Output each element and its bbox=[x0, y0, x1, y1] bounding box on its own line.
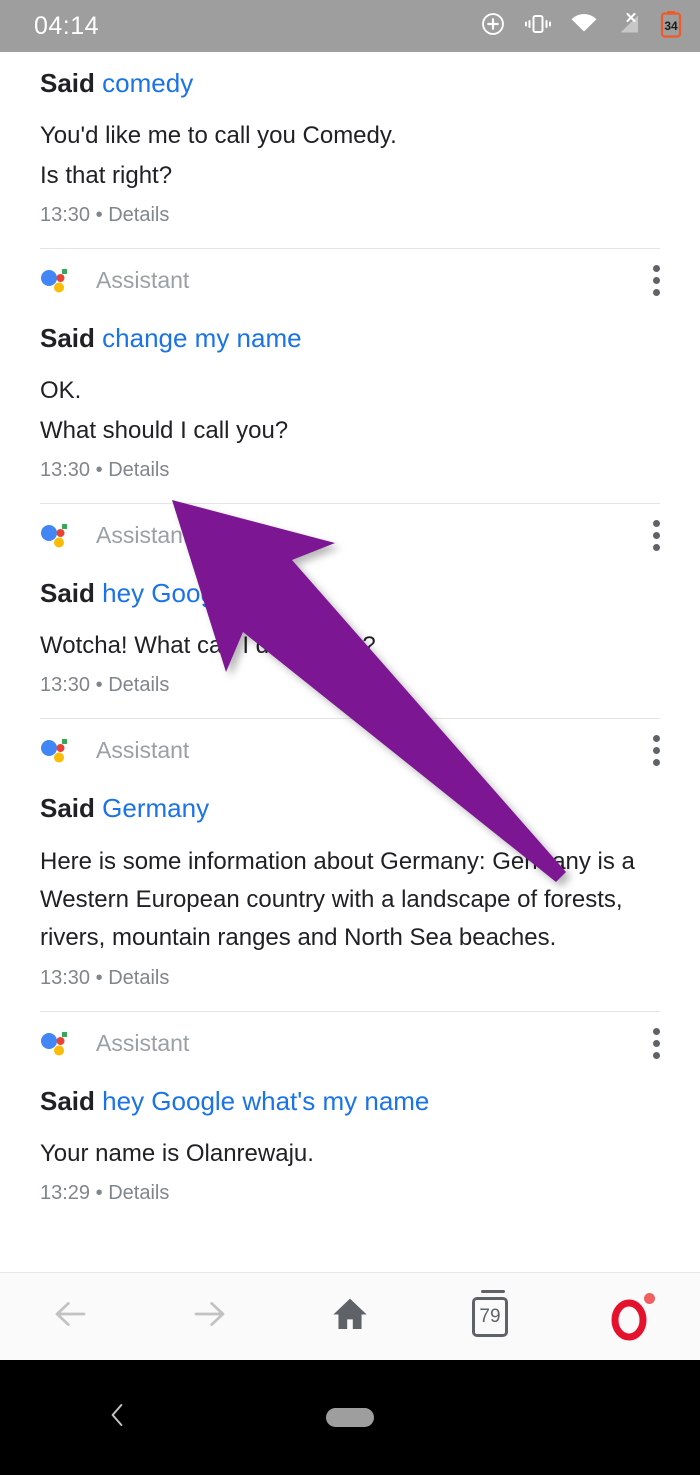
details-link[interactable]: Details bbox=[108, 204, 169, 226]
assistant-activity-list[interactable]: Said comedy You'd like me to call you Co… bbox=[0, 52, 700, 1272]
overflow-menu-icon[interactable] bbox=[652, 264, 660, 296]
said-prefix: Said bbox=[40, 1086, 95, 1116]
meta-separator: • bbox=[95, 967, 103, 989]
cell-signal-no-service-icon bbox=[616, 11, 642, 42]
said-query[interactable]: Germany bbox=[102, 793, 209, 823]
details-link[interactable]: Details bbox=[108, 674, 169, 696]
said-query[interactable]: hey Google bbox=[102, 578, 235, 608]
tab-count-icon: 79 bbox=[472, 1289, 508, 1337]
response-line: OK. bbox=[40, 377, 82, 404]
details-link[interactable]: Details bbox=[108, 1182, 169, 1204]
said-query[interactable]: change my name bbox=[102, 323, 301, 353]
home-pill-icon bbox=[325, 1408, 374, 1427]
back-arrow-icon bbox=[49, 1293, 91, 1340]
google-assistant-icon bbox=[40, 1029, 68, 1057]
details-link[interactable]: Details bbox=[108, 967, 169, 989]
overflow-menu-icon[interactable] bbox=[652, 1027, 660, 1059]
entry-header: Assistant bbox=[0, 719, 700, 781]
status-icon-group: 34 bbox=[480, 10, 682, 43]
response-line: Is that right? bbox=[40, 162, 173, 189]
meta-separator: • bbox=[95, 1182, 103, 1204]
said-line: Said hey Google bbox=[40, 566, 660, 616]
entry-time: 13:30 bbox=[40, 459, 91, 481]
said-line: Said comedy bbox=[40, 56, 660, 106]
tab-switcher-button[interactable]: 79 bbox=[420, 1273, 560, 1361]
said-line: Said Germany bbox=[40, 781, 660, 831]
home-button[interactable] bbox=[280, 1273, 420, 1361]
said-line: Said hey Google what's my name bbox=[40, 1074, 660, 1124]
android-navigation-bar bbox=[0, 1360, 700, 1475]
android-back-button[interactable] bbox=[0, 1398, 233, 1437]
wifi-icon bbox=[570, 11, 598, 42]
said-prefix: Said bbox=[40, 323, 95, 353]
response-line: Your name is Olanrewaju. bbox=[40, 1140, 314, 1167]
entry-header: Assistant bbox=[0, 1012, 700, 1074]
entry-meta: 13:29 • Details bbox=[40, 1172, 660, 1208]
add-circle-icon bbox=[480, 11, 506, 42]
said-query[interactable]: comedy bbox=[102, 68, 193, 98]
status-bar: 04:14 34 bbox=[0, 0, 700, 52]
said-prefix: Said bbox=[40, 793, 95, 823]
opera-logo-icon bbox=[607, 1292, 655, 1341]
entry-meta: 13:30 • Details bbox=[40, 194, 660, 230]
tab-count-text: 79 bbox=[479, 1306, 501, 1327]
overflow-menu-icon[interactable] bbox=[652, 519, 660, 551]
overflow-menu-icon[interactable] bbox=[652, 734, 660, 766]
battery-level-text: 34 bbox=[664, 19, 678, 33]
forward-button[interactable] bbox=[140, 1273, 280, 1361]
response-line: What should I call you? bbox=[40, 417, 289, 444]
entry-time: 13:30 bbox=[40, 674, 91, 696]
google-assistant-icon bbox=[40, 521, 68, 549]
forward-arrow-icon bbox=[189, 1293, 231, 1340]
phone-screen: 04:14 34 Said comedy You'd like me to ca… bbox=[0, 0, 700, 1475]
entry-header: Assistant bbox=[0, 504, 700, 566]
response-line: Wotcha! What can I do for you? bbox=[40, 632, 376, 659]
google-assistant-icon bbox=[40, 736, 68, 764]
browser-toolbar: 79 bbox=[0, 1272, 700, 1360]
status-clock: 04:14 bbox=[34, 11, 100, 40]
back-button[interactable] bbox=[0, 1273, 140, 1361]
entry-time: 13:30 bbox=[40, 967, 91, 989]
assistant-label: Assistant bbox=[96, 736, 190, 763]
meta-separator: • bbox=[95, 459, 103, 481]
battery-icon: 34 bbox=[660, 10, 682, 43]
meta-separator: • bbox=[95, 674, 103, 696]
assistant-label: Assistant bbox=[96, 521, 190, 548]
back-chevron-icon bbox=[102, 1398, 132, 1437]
response-line: You'd like me to call you Comedy. bbox=[40, 122, 397, 149]
entry-meta: 13:30 • Details bbox=[40, 449, 660, 485]
details-link[interactable]: Details bbox=[108, 459, 169, 481]
assistant-label: Assistant bbox=[96, 266, 190, 293]
said-query[interactable]: hey Google what's my name bbox=[102, 1086, 429, 1116]
entry-meta: 13:30 • Details bbox=[40, 664, 660, 700]
meta-separator: • bbox=[95, 204, 103, 226]
said-prefix: Said bbox=[40, 578, 95, 608]
entry-time: 13:29 bbox=[40, 1182, 91, 1204]
assistant-label: Assistant bbox=[96, 1029, 190, 1056]
android-home-button[interactable] bbox=[233, 1408, 466, 1427]
activity-entry[interactable]: Said hey Google what's my name Your name… bbox=[0, 1074, 700, 1208]
said-prefix: Said bbox=[40, 68, 95, 98]
entry-meta: 13:30 • Details bbox=[40, 957, 660, 993]
home-icon bbox=[329, 1293, 371, 1340]
activity-entry[interactable]: Said Germany Here is some information ab… bbox=[0, 781, 700, 993]
response-line: Here is some information about Germany: … bbox=[40, 848, 635, 951]
opera-menu-button[interactable] bbox=[560, 1273, 700, 1361]
said-line: Said change my name bbox=[40, 311, 660, 361]
activity-entry[interactable]: Said comedy You'd like me to call you Co… bbox=[0, 52, 700, 230]
activity-entry[interactable]: Said hey Google Wotcha! What can I do fo… bbox=[0, 566, 700, 700]
google-assistant-icon bbox=[40, 266, 68, 294]
entry-time: 13:30 bbox=[40, 204, 91, 226]
entry-header: Assistant bbox=[0, 249, 700, 311]
vibrate-icon bbox=[524, 11, 552, 42]
activity-entry[interactable]: Said change my name OK. What should I ca… bbox=[0, 311, 700, 485]
notification-badge bbox=[644, 1292, 655, 1304]
